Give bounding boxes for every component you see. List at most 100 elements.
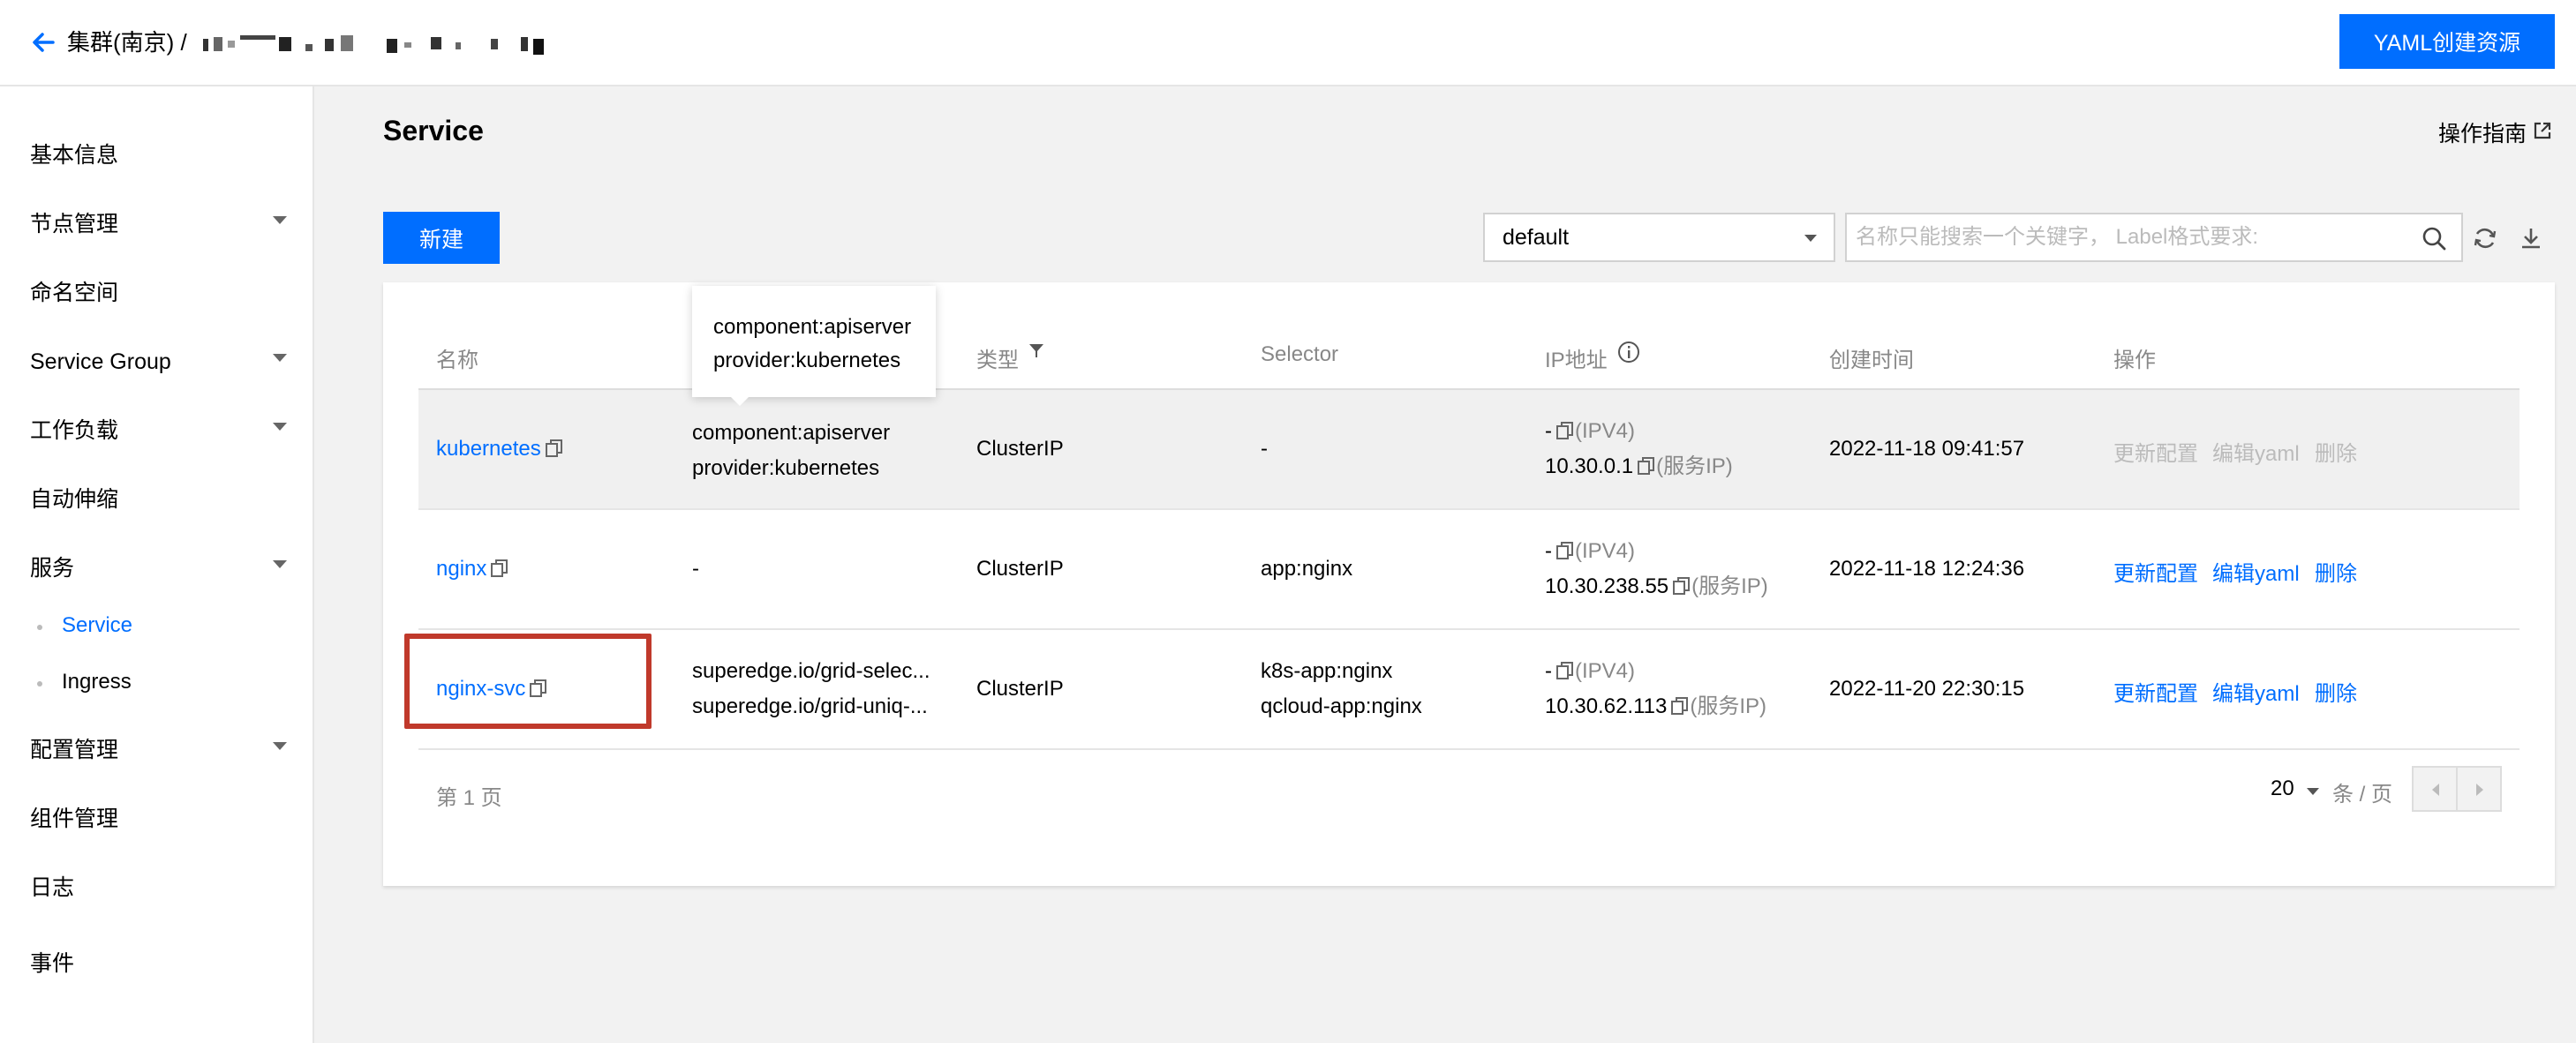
search-input[interactable]: [1847, 214, 2394, 260]
ip-value: 10.30.62.113: [1545, 694, 1668, 718]
labels-line-1: component:apiserver: [692, 421, 891, 445]
copy-icon[interactable]: [1637, 456, 1656, 476]
sidebar-item-autoscaling[interactable]: 自动伸缩: [30, 484, 118, 515]
ip-tag: (服务IP): [1656, 454, 1733, 478]
highlight-box: [404, 634, 652, 729]
column-header-ip: IP地址: [1545, 349, 1608, 372]
created-time-cell: 2022-11-20 22:30:15: [1829, 677, 2025, 701]
selector-cell: app:nginx: [1261, 557, 1353, 581]
type-cell: ClusterIP: [976, 677, 1064, 701]
sub-item-dot: [37, 681, 42, 687]
ip-line-2: 10.30.62.113 (服务IP): [1545, 690, 1766, 724]
sidebar-item-logs[interactable]: 日志: [30, 872, 74, 904]
ip-value: 10.30.0.1: [1545, 454, 1634, 478]
namespace-select[interactable]: default: [1483, 213, 1835, 262]
page-size-select[interactable]: 20: [2271, 777, 2294, 801]
column-header-actions: 操作: [2113, 349, 2156, 372]
sidebar-item-namespace[interactable]: 命名空间: [30, 277, 118, 309]
yaml-create-button[interactable]: YAML创建资源: [2339, 14, 2555, 69]
copy-icon[interactable]: [490, 559, 509, 578]
delete-button[interactable]: 删除: [2315, 556, 2357, 587]
tooltip-arrow: [729, 395, 750, 406]
row-divider: [418, 508, 2520, 510]
sidebar-sub-item-ingress[interactable]: Ingress: [62, 667, 132, 697]
labels-tooltip: component:apiserver provider:kubernetes: [692, 286, 936, 397]
namespace-select-value: default: [1503, 224, 1570, 250]
caret-down-icon: [273, 742, 287, 750]
delete-button[interactable]: 删除: [2315, 436, 2357, 467]
sidebar-item-config-management[interactable]: 配置管理: [30, 734, 118, 766]
type-cell: ClusterIP: [976, 557, 1064, 581]
page-title: Service: [383, 115, 484, 146]
next-page-button[interactable]: [2456, 766, 2502, 812]
edit-yaml-button[interactable]: 编辑yaml: [2212, 436, 2300, 467]
update-config-button[interactable]: 更新配置: [2113, 676, 2198, 707]
labels-line-2: provider:kubernetes: [692, 456, 880, 480]
ip-value: -: [1545, 659, 1552, 683]
sub-item-dot: [37, 625, 42, 630]
copy-icon[interactable]: [545, 439, 564, 458]
sidebar-sub-item-service[interactable]: Service: [62, 611, 132, 641]
tooltip-line-1: component:apiserver: [713, 315, 912, 339]
copy-icon[interactable]: [1555, 541, 1575, 560]
created-time-cell: 2022-11-18 09:41:57: [1829, 437, 2025, 461]
sidebar-item-services[interactable]: 服务: [30, 552, 74, 584]
copy-icon[interactable]: [1670, 696, 1690, 716]
sidebar-item-events[interactable]: 事件: [30, 948, 74, 979]
sidebar-item-service-group[interactable]: Service Group: [30, 346, 171, 378]
labels-cell: -: [692, 557, 699, 581]
top-bar: 集群(南京) / YAML创建资源: [0, 0, 2576, 86]
labels-line-1: superedge.io/grid-selec...: [692, 659, 930, 683]
external-link-icon[interactable]: [2532, 120, 2553, 141]
copy-icon[interactable]: [1555, 661, 1575, 680]
search-icon[interactable]: [2421, 225, 2447, 251]
tooltip-line-2: provider:kubernetes: [713, 349, 901, 372]
created-time-cell: 2022-11-18 12:24:36: [1829, 557, 2025, 581]
ip-value: 10.30.238.55: [1545, 574, 1669, 598]
update-config-button[interactable]: 更新配置: [2113, 436, 2198, 467]
chevron-right-icon: [2476, 784, 2483, 796]
search-box[interactable]: [1845, 213, 2463, 262]
copy-icon[interactable]: [1672, 576, 1691, 596]
info-icon[interactable]: [1617, 341, 1640, 364]
edit-yaml-button[interactable]: 编辑yaml: [2212, 676, 2300, 707]
service-name-link[interactable]: kubernetes: [436, 437, 541, 461]
sidebar: 基本信息 节点管理 命名空间 Service Group 工作负载 自动伸缩 服…: [0, 86, 314, 1043]
sidebar-item-workload[interactable]: 工作负载: [30, 415, 118, 446]
type-cell: ClusterIP: [976, 437, 1064, 461]
column-header-name: 名称: [436, 349, 478, 372]
column-header-created: 创建时间: [1829, 349, 1914, 372]
table-row-hover-bg: [418, 390, 2520, 510]
labels-line-2: superedge.io/grid-uniq-...: [692, 694, 928, 718]
breadcrumb-cluster[interactable]: 集群(南京) /: [67, 25, 187, 60]
sidebar-item-component-management[interactable]: 组件管理: [30, 803, 118, 835]
selector-line-2: qcloud-app:nginx: [1261, 694, 1422, 718]
selector-cell: -: [1261, 437, 1268, 461]
prev-page-button[interactable]: [2412, 766, 2458, 812]
caret-down-icon[interactable]: [2306, 787, 2320, 796]
caret-down-icon: [273, 560, 287, 568]
copy-icon[interactable]: [1555, 421, 1575, 440]
ip-tag: (IPV4): [1575, 419, 1636, 443]
ip-tag: (服务IP): [1690, 694, 1767, 718]
new-service-button[interactable]: 新建: [383, 212, 500, 264]
sidebar-item-node-management[interactable]: 节点管理: [30, 208, 118, 240]
caret-down-icon: [1804, 235, 1817, 242]
column-header-selector: Selector: [1261, 342, 1339, 366]
caret-down-icon: [273, 423, 287, 431]
ip-line-2: 10.30.0.1 (服务IP): [1545, 450, 1733, 484]
download-icon[interactable]: [2518, 225, 2544, 251]
update-config-button[interactable]: 更新配置: [2113, 556, 2198, 587]
refresh-icon[interactable]: [2472, 225, 2498, 251]
back-arrow-icon[interactable]: [26, 25, 62, 60]
row-divider: [418, 748, 2520, 750]
filter-icon[interactable]: [1028, 342, 1045, 360]
delete-button[interactable]: 删除: [2315, 676, 2357, 707]
column-header-type: 类型: [976, 349, 1019, 372]
sidebar-item-basic-info[interactable]: 基本信息: [30, 139, 118, 171]
guide-link[interactable]: 操作指南: [2438, 116, 2527, 148]
per-page-label: 条 / 页: [2332, 783, 2393, 807]
ip-value: -: [1545, 539, 1552, 563]
service-name-link[interactable]: nginx: [436, 557, 486, 581]
edit-yaml-button[interactable]: 编辑yaml: [2212, 556, 2300, 587]
